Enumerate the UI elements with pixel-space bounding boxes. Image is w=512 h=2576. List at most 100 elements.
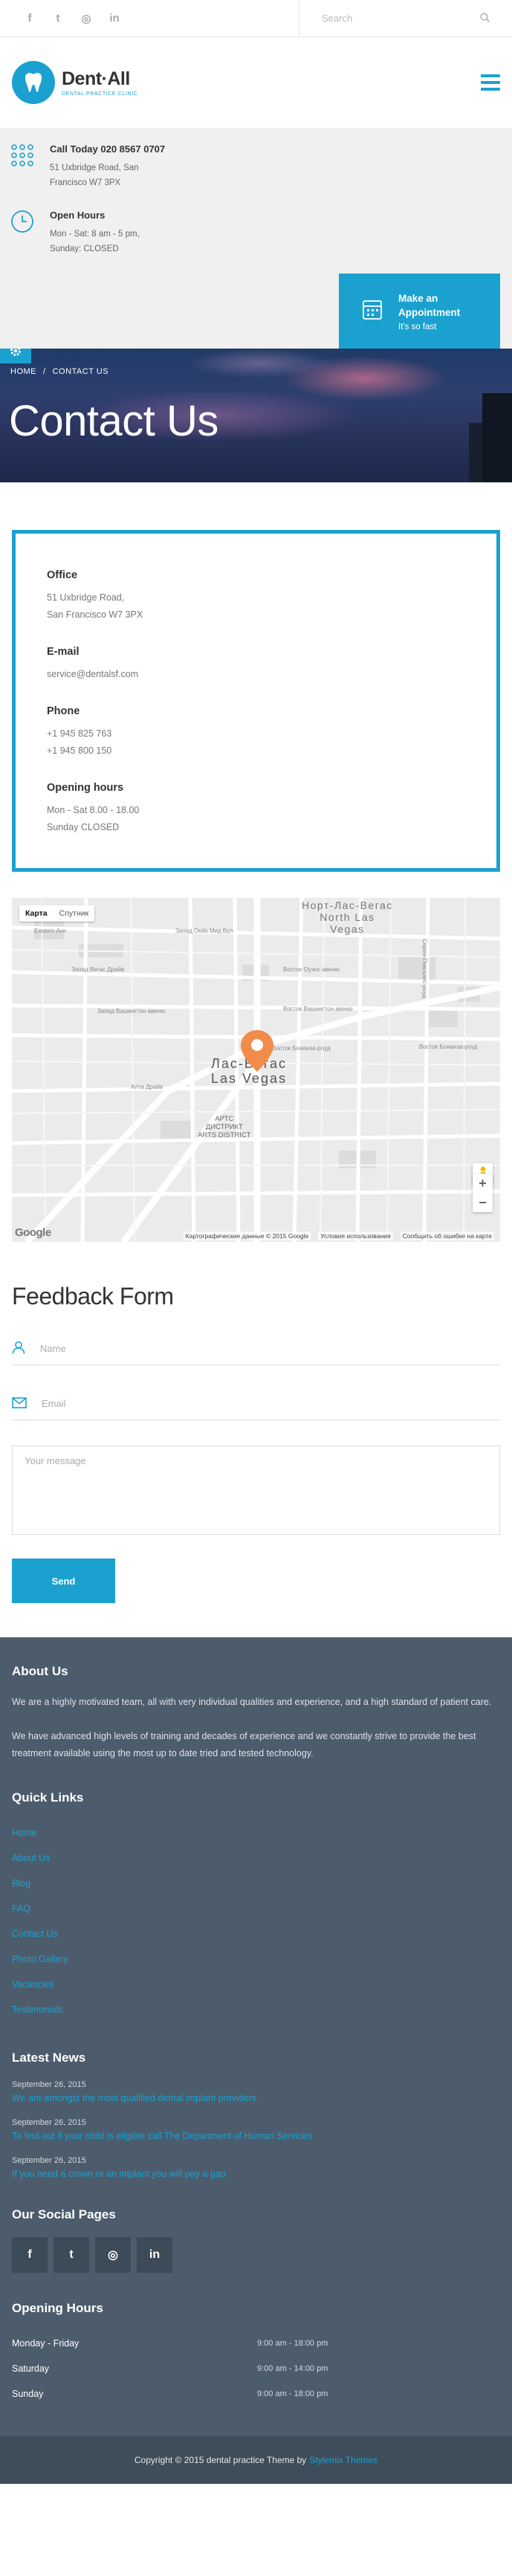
instagram-icon[interactable]: ◎	[95, 2237, 131, 2273]
breadcrumb-current: CONTACT US	[52, 367, 109, 376]
quick-links-title: Quick Links	[12, 1790, 84, 1805]
about-paragraph-1: We are a highly motivated team, all with…	[12, 1697, 492, 1707]
send-button[interactable]: Send	[12, 1559, 115, 1603]
facebook-icon[interactable]: f	[24, 12, 36, 25]
dial-pad-icon	[10, 143, 35, 168]
footer-link-home[interactable]: Home	[12, 1820, 500, 1845]
name-input[interactable]	[40, 1343, 500, 1354]
footer-link-contact[interactable]: Contact Us	[12, 1921, 500, 1946]
email-title: E-mail	[47, 646, 80, 658]
twitter-icon[interactable]: t	[52, 12, 64, 25]
copyright-text: Copyright © 2015 dental practice Theme b…	[134, 2455, 307, 2465]
logo[interactable]: Dent·All DENTAL PRACTICE CLINIC	[12, 61, 137, 104]
zoom-in-button[interactable]: +	[473, 1174, 493, 1193]
latest-news-title: Latest News	[12, 2051, 86, 2065]
phone-2: +1 945 800 150	[47, 745, 112, 756]
logo-tagline: DENTAL PRACTICE CLINIC	[62, 91, 138, 97]
email-field-row	[12, 1388, 500, 1420]
map-street-label: Восток Бонанза-роуд	[272, 1045, 331, 1052]
contact-info-bar: Call Today 020 8567 0707 51 Uxbridge Roa…	[0, 129, 512, 349]
footer-opening-hours: Opening Hours Monday - Friday 9:00 am - …	[12, 2301, 500, 2407]
map-zoom-controls: + −	[473, 1174, 493, 1212]
map-data-credit: Картографические данные © 2015 Google	[183, 1232, 311, 1240]
gear-icon[interactable]	[0, 349, 31, 363]
site-header: Dent·All DENTAL PRACTICE CLINIC	[0, 37, 512, 129]
map-street-label: Восток Вашингтон авеню	[283, 1006, 353, 1012]
appointment-title-1: Make an	[398, 292, 438, 304]
call-info: Call Today 020 8567 0707 51 Uxbridge Roa…	[10, 143, 502, 190]
office-line-1: 51 Uxbridge Road,	[47, 592, 125, 603]
linkedin-icon[interactable]: in	[108, 12, 120, 25]
map-street-label: Восток Оуэнс авеню	[283, 966, 340, 973]
user-icon	[12, 1341, 25, 1356]
office-title: Office	[47, 569, 78, 581]
about-title: About Us	[12, 1664, 68, 1678]
hours-time: 9:00 am - 18:00 pm	[257, 2339, 328, 2348]
map-street-label: Запад Оейк Мид Бул	[175, 928, 233, 934]
news-item: September 26, 2015 If you need a crown o…	[12, 2156, 500, 2179]
map-type-tabs: Карта Спутник	[19, 905, 95, 922]
call-title: Call Today 020 8567 0707	[50, 143, 166, 155]
news-item: September 26, 2015 We are amongst the mo…	[12, 2080, 500, 2103]
news-link[interactable]: If you need a crown or an implant you wi…	[12, 2169, 226, 2179]
footer-about: About Us We are a highly motivated team,…	[12, 1664, 500, 1762]
map-street-label: Запад Вашингтон авеню	[97, 1008, 166, 1014]
top-social-links: f t ◎ in	[0, 0, 299, 36]
appointment-subtitle: It's so fast	[398, 322, 437, 331]
google-map[interactable]: Карта Спутник Норт-Лас-Вегас North Las Veg…	[12, 898, 500, 1242]
opening-hours-1: Mon - Sat 8.00 - 18.00	[47, 805, 140, 815]
message-textarea[interactable]	[12, 1446, 500, 1535]
map-street-label: Алта Драйв	[131, 1084, 163, 1090]
opening-hours-title: Opening hours	[47, 782, 124, 794]
hours-title: Open Hours	[50, 210, 106, 221]
opening-hours-2: Sunday CLOSED	[47, 822, 120, 832]
breadcrumb-home[interactable]: HOME	[10, 367, 36, 376]
footer-link-vacancies[interactable]: Vacancies	[12, 1972, 500, 1997]
hours-day: Saturday	[12, 2363, 50, 2374]
hours-row: Monday - Friday 9:00 am - 18:00 pm	[12, 2331, 500, 2356]
social-title: Our Social Pages	[12, 2207, 116, 2221]
map-terms-link[interactable]: Условия использования	[318, 1232, 393, 1240]
map-district: АРТС ДИСТРИКТ ARTS DISTRICT	[198, 1115, 251, 1139]
footer-link-blog[interactable]: Blog	[12, 1871, 500, 1896]
menu-icon[interactable]	[481, 71, 500, 94]
news-link[interactable]: We are amongst the most qualified dental…	[12, 2093, 256, 2103]
hours-row: Saturday 9:00 am - 14:00 pm	[12, 2356, 500, 2381]
email-input[interactable]	[42, 1398, 500, 1409]
page-hero: HOME / CONTACT US Contact Us	[0, 349, 512, 482]
footer-quick-links: Quick Links Home About Us Blog FAQ Conta…	[12, 1790, 500, 2022]
theme-author-link[interactable]: Stylemix Themes	[309, 2455, 377, 2465]
map-tab-satellite[interactable]: Спутник	[54, 905, 95, 922]
news-link[interactable]: To find out if your child is eligible ca…	[12, 2131, 312, 2141]
map-report-link[interactable]: Сообщить об ошибке на карте	[400, 1232, 494, 1240]
map-tab-map[interactable]: Карта	[19, 905, 54, 922]
search-input[interactable]	[322, 13, 470, 24]
map-city-north: Норт-Лас-Вегас North Las Vegas	[302, 899, 393, 935]
office-block: Office 51 Uxbridge Road, San Francisco W…	[47, 569, 465, 624]
news-date: September 26, 2015	[12, 2080, 86, 2089]
twitter-icon[interactable]: t	[54, 2237, 89, 2273]
facebook-icon[interactable]: f	[12, 2237, 48, 2273]
breadcrumb: HOME / CONTACT US	[10, 367, 108, 376]
clock-icon	[10, 210, 35, 234]
map-pin-icon[interactable]	[241, 1030, 273, 1074]
email-link[interactable]: service@dentalsf.com	[47, 669, 138, 679]
footer-latest-news: Latest News September 26, 2015 We are am…	[12, 2051, 500, 2179]
phone-title: Phone	[47, 705, 80, 717]
footer-link-gallery[interactable]: Photo Gallery	[12, 1946, 500, 1972]
zoom-out-button[interactable]: −	[473, 1193, 493, 1212]
hours-row: Sunday 9:00 am - 18:00 pm	[12, 2381, 500, 2407]
instagram-icon[interactable]: ◎	[80, 12, 92, 25]
footer-link-about[interactable]: About Us	[12, 1845, 500, 1871]
opening-hours-block: Opening hours Mon - Sat 8.00 - 18.00 Sun…	[47, 782, 465, 836]
envelope-icon	[12, 1397, 27, 1411]
hours-time: 9:00 am - 14:00 pm	[257, 2364, 328, 2373]
name-field-row	[12, 1333, 500, 1365]
logo-name: Dent·All	[62, 68, 130, 89]
footer-link-testimonials[interactable]: Testimonials	[12, 1997, 500, 2022]
footer-link-faq[interactable]: FAQ	[12, 1896, 500, 1921]
linkedin-icon[interactable]: in	[137, 2237, 172, 2273]
search-icon[interactable]	[480, 12, 490, 25]
phone-1: +1 945 825 763	[47, 728, 112, 739]
appointment-button[interactable]: Make an Appointment It's so fast	[339, 274, 500, 349]
